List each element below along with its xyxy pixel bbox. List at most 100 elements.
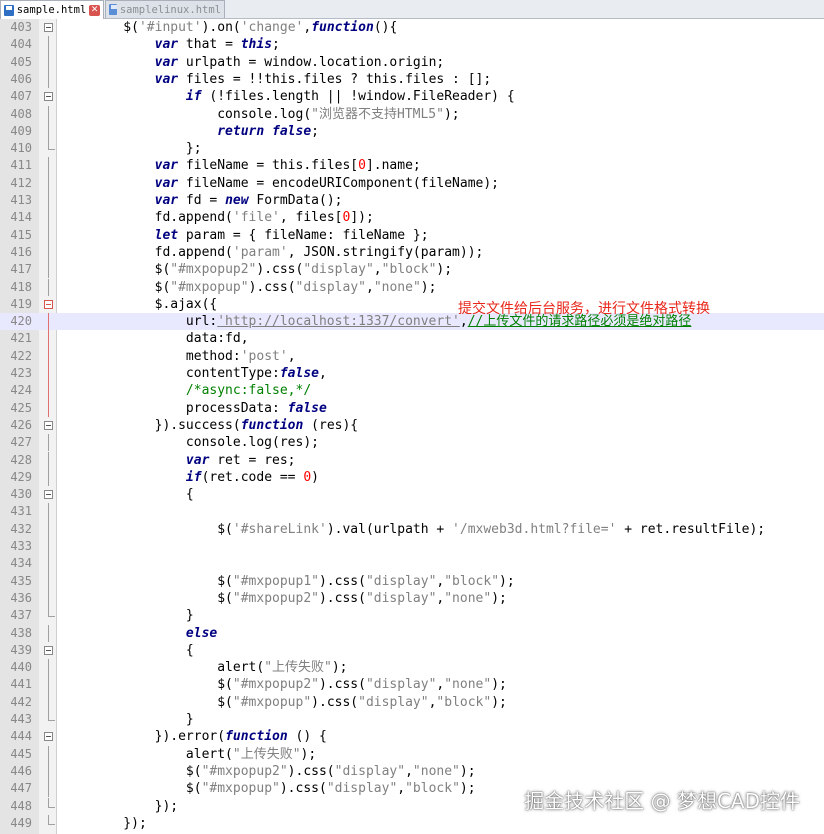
- fold-end-marker: [48, 797, 55, 808]
- code-line[interactable]: 406 var files = !!this.files ? this.file…: [0, 70, 824, 89]
- fold-guide: [48, 243, 49, 262]
- code-line[interactable]: 412 var fileName = encodeURIComponent(fi…: [0, 174, 824, 192]
- code-line[interactable]: 421 data:fd,: [0, 330, 824, 348]
- line-number: 416: [10, 244, 32, 259]
- code-line[interactable]: 418 $("#mxpopup").css("display","none");: [0, 278, 824, 296]
- line-number: 417: [10, 262, 32, 277]
- code-line[interactable]: 405 var urlpath = window.location.origin…: [0, 53, 824, 71]
- code-line[interactable]: 428 var ret = res;: [0, 451, 824, 469]
- code-line[interactable]: 409 return false;: [0, 122, 824, 141]
- tab-bar: sample.html ✕ samplelinux.html: [0, 0, 824, 19]
- code-line[interactable]: 438 else: [0, 624, 824, 642]
- code-line[interactable]: 416 fd.append('param', JSON.stringify(pa…: [0, 243, 824, 262]
- fold-toggle-icon[interactable]: [44, 732, 53, 742]
- code-text: {: [92, 642, 194, 659]
- code-line[interactable]: 422 method:'post',: [0, 347, 824, 365]
- code-token: urlpath = window.location.origin;: [178, 54, 445, 70]
- code-line[interactable]: 435 $("#mxpopup1").css("display","block"…: [0, 572, 824, 590]
- code-line[interactable]: 403 $('#input').on('change',function(){: [0, 19, 824, 36]
- code-line[interactable]: 424 /*async:false,*/: [0, 382, 824, 400]
- code-line[interactable]: 434: [0, 555, 824, 573]
- fold-toggle-icon[interactable]: [44, 490, 53, 500]
- code-token: (){: [373, 20, 398, 35]
- code-line[interactable]: 425 processData: false: [0, 399, 824, 417]
- code-text: var ret = res;: [92, 452, 296, 469]
- code-line[interactable]: 408 console.log("浏览器不支持HTML5");: [0, 105, 824, 123]
- code-line[interactable]: 415 let param = { fileName: fileName };: [0, 226, 824, 244]
- code-token: new: [225, 193, 249, 208]
- code-line[interactable]: 410 };: [0, 140, 824, 157]
- code-token: contentType:: [92, 366, 280, 381]
- code-token: fd =: [178, 193, 226, 208]
- code-line[interactable]: 449 });: [0, 814, 824, 832]
- code-line[interactable]: 442 $("#mxpopup").css("display","block")…: [0, 693, 824, 711]
- code-line[interactable]: 437 }: [0, 607, 824, 624]
- code-token: "block": [381, 262, 437, 278]
- close-icon[interactable]: ✕: [89, 4, 100, 16]
- code-token: "#mxpopup2": [201, 763, 288, 779]
- code-token: "#mxpopup2": [232, 590, 319, 606]
- code-line[interactable]: 413 var fd = new FormData();: [0, 192, 824, 210]
- fold-toggle-icon[interactable]: [44, 420, 53, 430]
- code-token: );: [331, 660, 348, 676]
- code-line[interactable]: 417 $("#mxpopup2").css("display","block"…: [0, 261, 824, 279]
- code-line[interactable]: 426 }).success(function (res){: [0, 417, 824, 434]
- line-number: 445: [10, 746, 32, 761]
- code-token: };: [92, 141, 202, 157]
- code-line[interactable]: 436 $("#mxpopup2").css("display","none")…: [0, 589, 824, 608]
- code-token: );: [499, 573, 515, 589]
- fold-toggle-icon[interactable]: [44, 23, 53, 32]
- code-line[interactable]: 427 console.log(res);: [0, 434, 824, 452]
- code-token: "#mxpopup": [201, 781, 280, 797]
- code-token: ): [311, 469, 319, 485]
- code-token: "display": [358, 694, 429, 710]
- code-token: );: [436, 262, 453, 278]
- code-text: $("#mxpopup").css("display","none");: [92, 279, 437, 296]
- code-line[interactable]: 414 fd.append('file', files[0]);: [0, 209, 824, 227]
- code-token: 'param': [232, 244, 288, 260]
- code-line[interactable]: 407 if (!files.length || !window.FileRea…: [0, 88, 824, 105]
- code-line[interactable]: 446 $("#mxpopup2").css("display","none")…: [0, 762, 824, 781]
- code-line[interactable]: 404 var that = this;: [0, 36, 824, 54]
- fold-guide: [48, 278, 49, 296]
- code-token: "#mxpopup2": [170, 262, 257, 278]
- code-token: /*async:false,*/: [185, 383, 312, 399]
- code-line[interactable]: 445 alert("上传失败");: [0, 745, 824, 763]
- code-token: let: [154, 227, 179, 243]
- code-line[interactable]: 430 {: [0, 486, 824, 503]
- code-text: var fileName = encodeURIComponent(fileNa…: [92, 175, 499, 192]
- fold-toggle-icon[interactable]: [44, 645, 53, 655]
- code-line[interactable]: 433: [0, 538, 824, 556]
- fold-toggle-icon[interactable]: [44, 92, 53, 102]
- tab-sample-html[interactable]: sample.html ✕: [0, 0, 104, 19]
- code-line[interactable]: 443 }: [0, 711, 824, 728]
- fold-guide: [48, 365, 49, 383]
- code-line[interactable]: 439 {: [0, 642, 824, 659]
- line-number: 422: [10, 348, 32, 363]
- fold-guide: [48, 780, 49, 798]
- code-editor[interactable]: 403 $('#input').on('change',function(){4…: [0, 19, 824, 834]
- code-line[interactable]: 423 contentType:false,: [0, 365, 824, 383]
- tab-samplelinux-html[interactable]: samplelinux.html: [105, 0, 225, 18]
- fold-guide: [48, 105, 49, 123]
- code-token: );: [420, 279, 437, 295]
- code-line[interactable]: 441 $("#mxpopup2").css("display","none")…: [0, 676, 824, 694]
- code-token: console.log(: [92, 106, 312, 122]
- code-line[interactable]: 431: [0, 503, 824, 521]
- code-line[interactable]: 440 alert("上传失败");: [0, 659, 824, 677]
- code-text: fd.append('param', JSON.stringify(param)…: [92, 244, 484, 261]
- code-text: console.log("浏览器不支持HTML5");: [92, 106, 459, 123]
- fold-toggle-icon[interactable]: [44, 299, 53, 309]
- code-line[interactable]: 429 if(ret.code == 0): [0, 468, 824, 487]
- code-line[interactable]: 432 $('#shareLink').val(urlpath + '/mxwe…: [0, 520, 824, 538]
- code-token: "none": [373, 279, 421, 295]
- code-token: .on(: [209, 20, 241, 35]
- code-text: let param = { fileName: fileName };: [92, 227, 429, 244]
- code-line[interactable]: 411 var fileName = this.files[0].name;: [0, 157, 824, 175]
- code-line[interactable]: 444 }).error(function () {: [0, 728, 824, 745]
- code-token: "none": [444, 677, 492, 693]
- line-number: 429: [10, 469, 32, 484]
